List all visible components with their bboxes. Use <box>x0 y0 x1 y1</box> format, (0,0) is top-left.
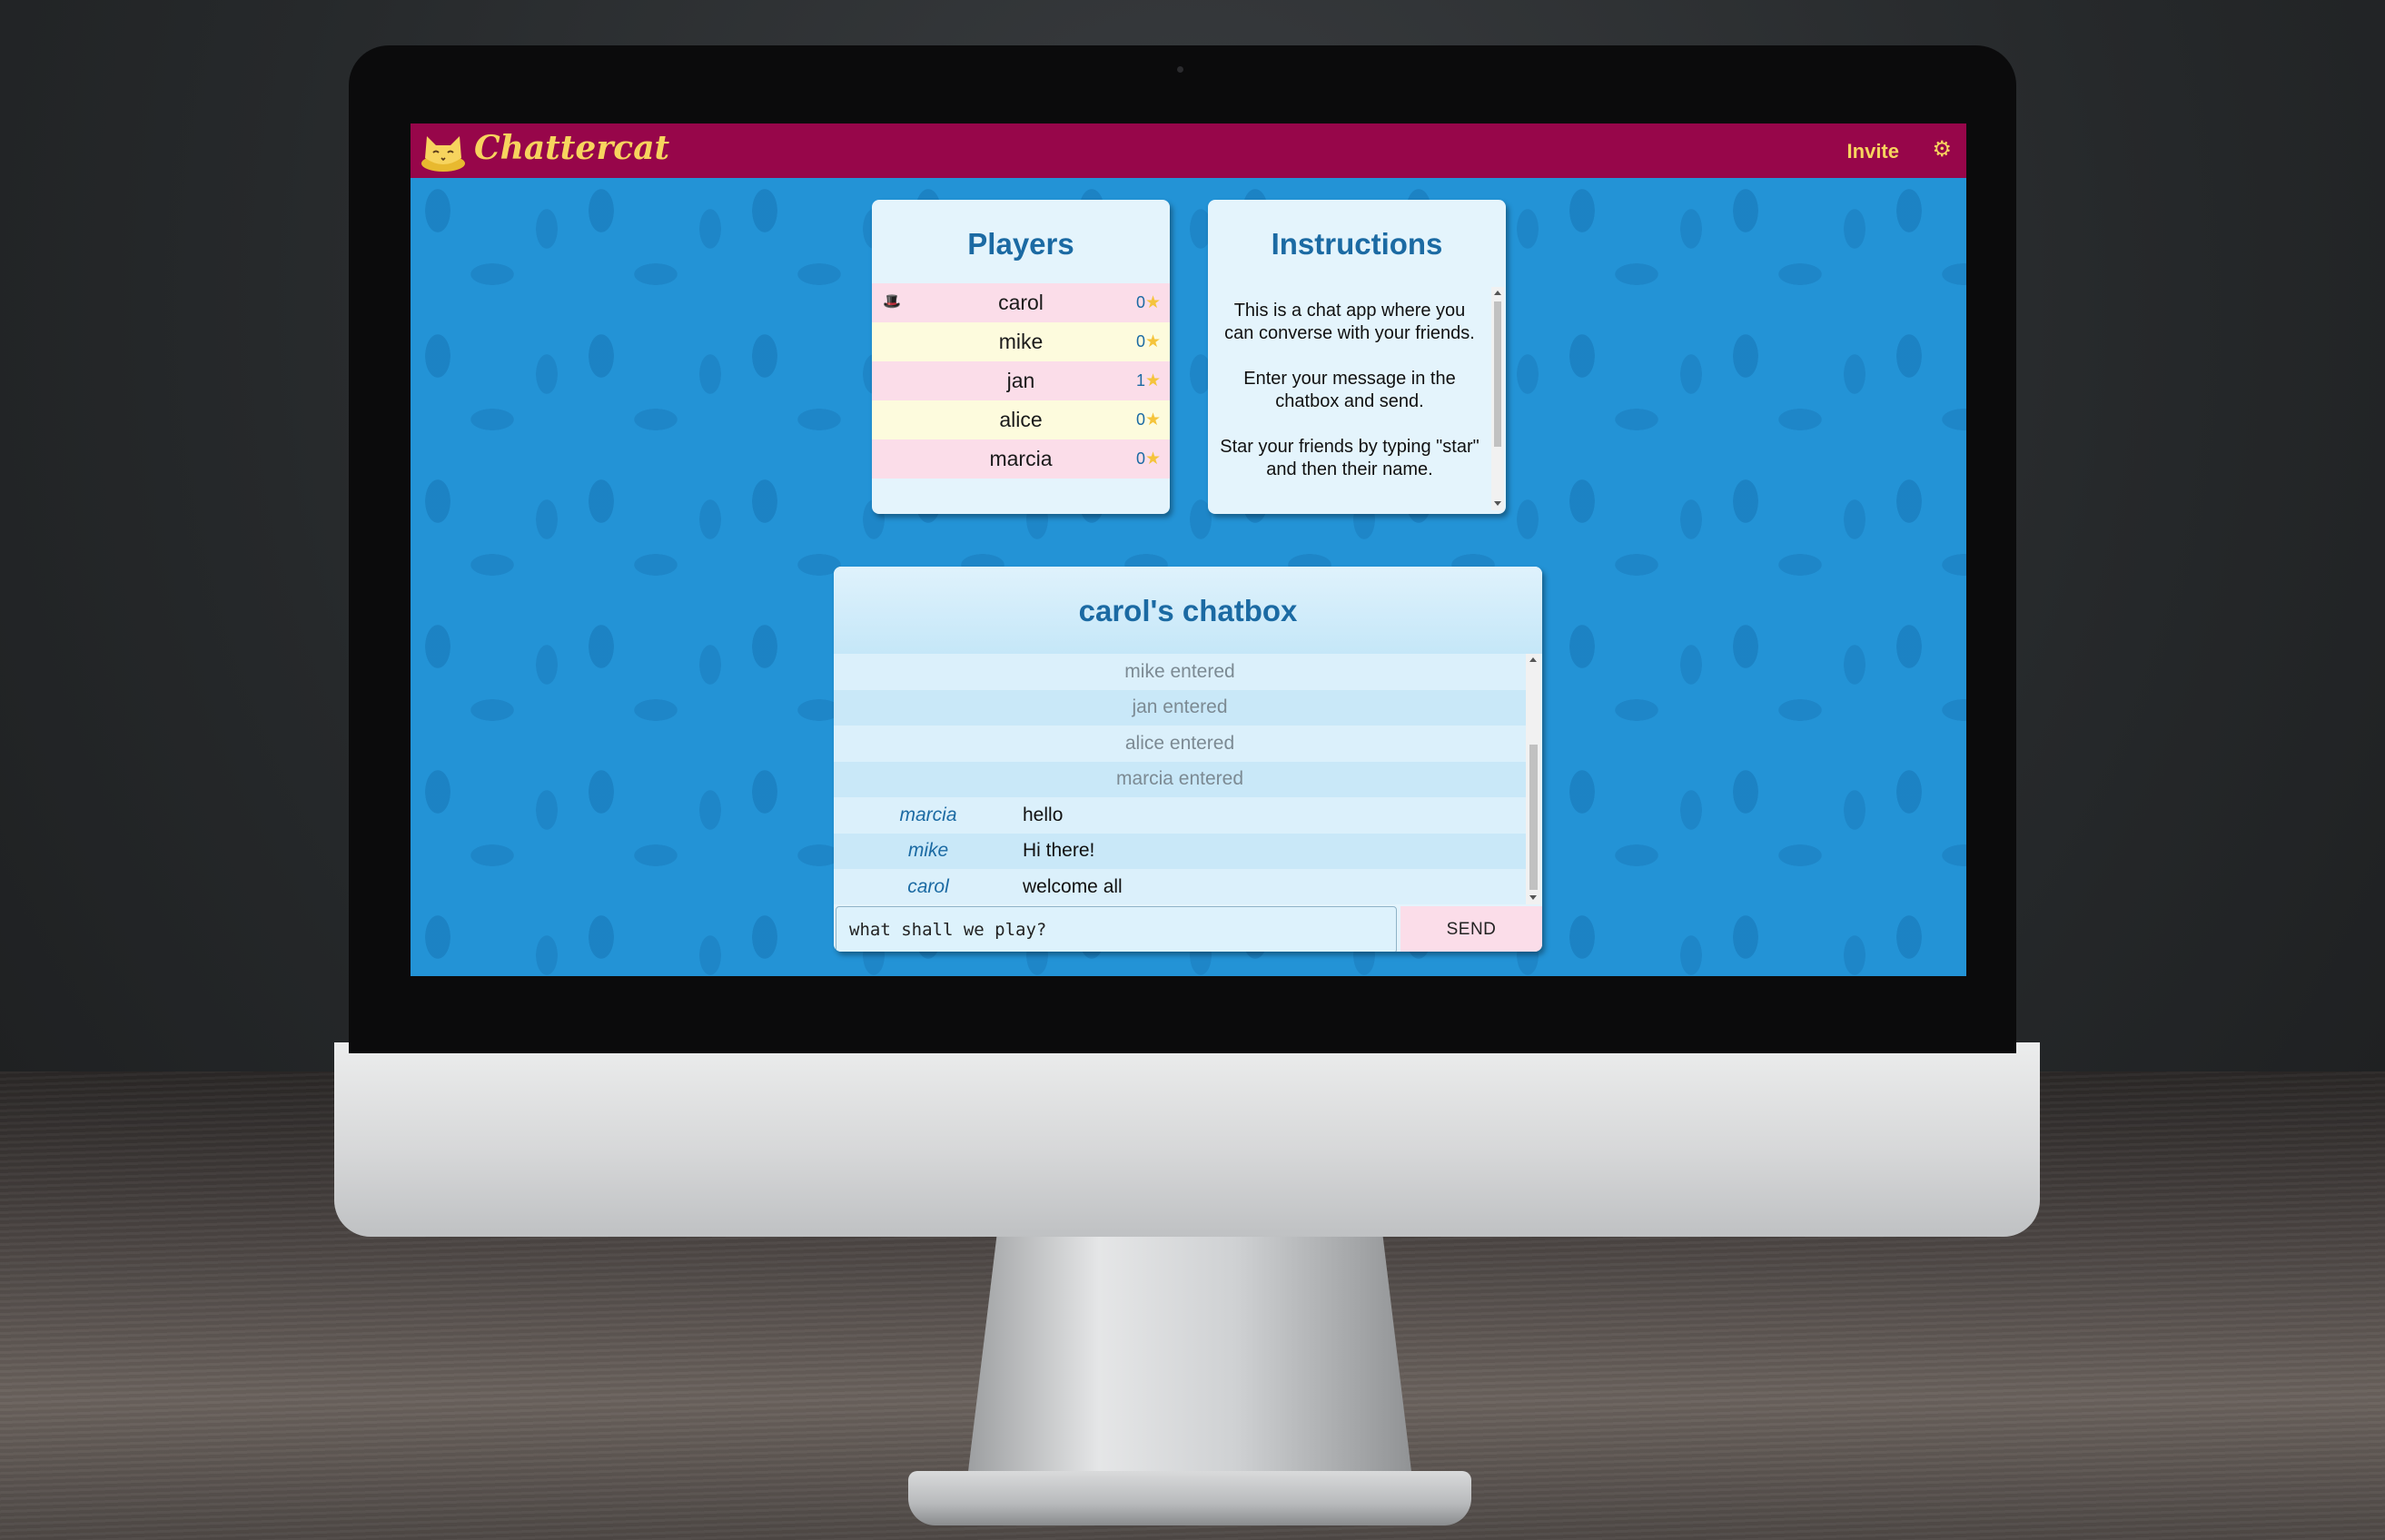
star-icon: ★ <box>1144 293 1161 312</box>
player-name: marcia <box>989 447 1053 470</box>
player-score: 0★ <box>1136 449 1161 469</box>
message-input[interactable]: what shall we play? <box>836 906 1397 952</box>
player-row: marcia 0★ <box>872 439 1170 479</box>
instructions-scrollbar[interactable] <box>1491 287 1504 510</box>
camera-icon <box>1177 66 1183 73</box>
chat-scrollbar[interactable] <box>1526 654 1540 904</box>
instructions-paragraph: Enter your message in the chatbox and se… <box>1243 369 1456 411</box>
system-message: marcia entered <box>834 761 1526 797</box>
cat-icon <box>421 136 465 172</box>
players-card: Players 🎩 carol 0★ mike 0★ jan 1★ alice 0★ marcia… <box>872 200 1170 514</box>
scroll-thumb[interactable] <box>1494 301 1501 447</box>
app-screen: Chattercat Invite ⚙ Players 🎩 carol 0★ mike… <box>411 123 1966 976</box>
player-score-value: 0 <box>1135 293 1145 311</box>
gear-icon[interactable]: ⚙ <box>1932 136 1952 162</box>
star-icon: ★ <box>1144 449 1161 469</box>
monitor-stand-base <box>908 1471 1471 1525</box>
player-score-value: 0 <box>1135 410 1145 429</box>
message-text: welcome all <box>1023 875 1123 897</box>
scroll-down-icon[interactable] <box>1529 895 1537 900</box>
player-score: 0★ <box>1136 292 1161 313</box>
message-sender: mike <box>907 840 949 862</box>
player-row: mike 0★ <box>872 322 1170 361</box>
instructions-paragraph: This is a chat app where you can convers… <box>1224 301 1475 343</box>
chatbox-title: carol's chatbox <box>1078 594 1298 627</box>
star-icon: ★ <box>1144 371 1161 390</box>
player-row: alice 0★ <box>872 400 1170 439</box>
scroll-thumb[interactable] <box>1529 745 1538 890</box>
instructions-paragraph: Star your friends by typing "star" and t… <box>1220 437 1479 479</box>
chat-message: carol welcome all <box>834 869 1526 904</box>
message-text: hello <box>1023 804 1064 825</box>
scroll-up-icon[interactable] <box>1494 291 1501 295</box>
top-hat-icon: 🎩 <box>883 294 901 310</box>
app-bar: Chattercat Invite ⚙ <box>411 123 1966 178</box>
star-icon: ★ <box>1144 410 1161 429</box>
instructions-body: This is a chat app where you can convers… <box>1208 287 1491 514</box>
message-text: Hi there! <box>1023 840 1095 862</box>
player-name: mike <box>998 330 1044 353</box>
app-brand: Chattercat <box>474 129 670 167</box>
star-icon: ★ <box>1144 332 1161 351</box>
chat-message-list: mike entered jan entered alice entered marc… <box>834 654 1526 904</box>
chatbox-header: carol's chatbox <box>834 567 1542 654</box>
system-message: mike entered <box>834 654 1526 690</box>
invite-link[interactable]: Invite <box>1847 140 1899 163</box>
system-message: jan entered <box>834 689 1526 726</box>
chat-message: mike Hi there! <box>834 833 1526 869</box>
chat-message: marcia hello <box>834 797 1526 834</box>
monitor-chin <box>334 1042 2040 1237</box>
player-row: jan 1★ <box>872 361 1170 400</box>
system-message-text: jan entered <box>1132 696 1228 718</box>
instructions-card: Instructions This is a chat app where yo… <box>1208 200 1506 514</box>
player-name: jan <box>1006 369 1035 392</box>
system-message: alice entered <box>834 726 1526 762</box>
players-title: Players <box>967 227 1074 261</box>
system-message-text: mike entered <box>1124 660 1235 682</box>
send-button[interactable]: SEND <box>1400 906 1542 952</box>
scroll-up-icon[interactable] <box>1529 657 1537 662</box>
message-sender: carol <box>907 875 949 897</box>
player-score-value: 0 <box>1135 449 1145 468</box>
message-sender: marcia <box>899 804 957 825</box>
player-row: 🎩 carol 0★ <box>872 283 1170 322</box>
player-score: 0★ <box>1136 410 1161 430</box>
system-message-text: marcia entered <box>1115 768 1244 790</box>
player-score-value: 0 <box>1135 332 1145 350</box>
chatbox-card: carol's chatbox mike entered jan entered a… <box>834 567 1542 952</box>
player-score: 1★ <box>1136 370 1161 391</box>
player-score: 0★ <box>1136 331 1161 352</box>
player-score-value: 1 <box>1135 371 1145 390</box>
scroll-down-icon[interactable] <box>1494 501 1501 506</box>
instructions-title: Instructions <box>1271 227 1443 261</box>
player-name: alice <box>999 408 1043 431</box>
player-name: carol <box>998 291 1044 314</box>
system-message-text: alice entered <box>1124 732 1235 754</box>
player-list: 🎩 carol 0★ mike 0★ jan 1★ alice 0★ marcia 0★ <box>872 283 1170 479</box>
